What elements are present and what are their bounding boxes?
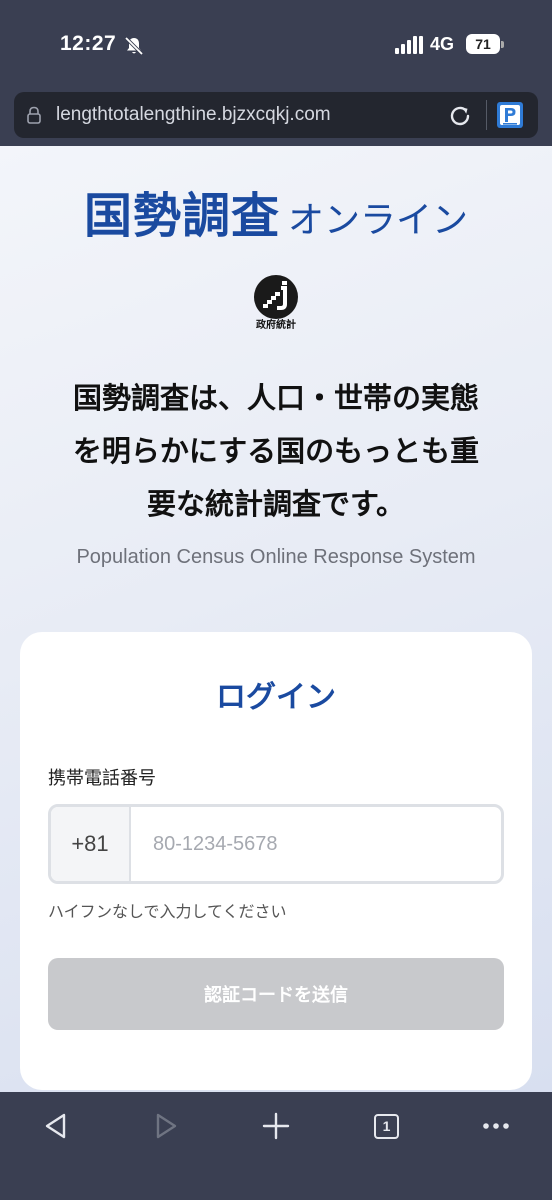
battery-cap [501, 41, 504, 48]
send-code-button[interactable]: 認証コードを送信 [48, 958, 504, 1030]
phone-field: +81 [48, 804, 504, 884]
headline-line: を明らかにする国のもっとも重 [72, 434, 480, 468]
battery-indicator: 71 [466, 34, 504, 54]
status-bar: 12:27 4G 71 [0, 0, 552, 88]
back-icon[interactable] [36, 1106, 76, 1146]
battery-level: 71 [466, 34, 500, 54]
web-page: 国勢調査 オンライン 政府統計 国勢調査は、人口・世帯の実態 を明らかにする国のも… [0, 146, 552, 1092]
more-icon[interactable] [476, 1106, 516, 1146]
lock-icon [27, 106, 41, 124]
headline-line: 要な統計調査です。 [146, 487, 406, 521]
phone-hint: ハイフンなしで入力してください [48, 902, 287, 921]
login-title: ログイン [216, 680, 336, 715]
gov-stats-label: 政府統計 [256, 320, 296, 331]
url-divider [486, 100, 487, 130]
phone-input[interactable] [133, 807, 501, 881]
status-time: 12:27 [60, 32, 117, 55]
plus-icon[interactable] [256, 1106, 296, 1146]
login-card: ログイン 携帯電話番号 +81 ハイフンなしで入力してください 認証コードを送信 [20, 632, 532, 1090]
system-subtitle: Population Census Online Response System [76, 546, 476, 568]
tab-count: 1 [374, 1114, 399, 1139]
network-label: 4G [430, 34, 455, 54]
parking-extension-icon[interactable] [497, 102, 523, 128]
gov-stats-logo-icon [254, 275, 298, 319]
brand-logo: 国勢調査 オンライン [0, 176, 552, 246]
mute-bell-icon [124, 36, 144, 56]
reload-icon[interactable] [448, 104, 472, 128]
tabs-icon[interactable]: 1 [366, 1106, 406, 1146]
address-bar[interactable]: lengthtotalengthine.bjzxcqkj.com [14, 92, 538, 138]
headline-line: 国勢調査は、人口・世帯の実態 [72, 381, 479, 415]
url-text[interactable]: lengthtotalengthine.bjzxcqkj.com [56, 104, 331, 126]
signal-icon [395, 36, 423, 54]
brand-sub: オンライン [288, 200, 469, 241]
forward-icon[interactable] [146, 1106, 186, 1146]
brand-main: 国勢調査 [83, 188, 280, 244]
headline: 国勢調査は、人口・世帯の実態 を明らかにする国のもっとも重 要な統計調査です。 [20, 372, 532, 531]
browser-toolbar: 1 [0, 1092, 552, 1200]
phone-label: 携帯電話番号 [48, 768, 156, 789]
country-code: +81 [51, 807, 131, 881]
